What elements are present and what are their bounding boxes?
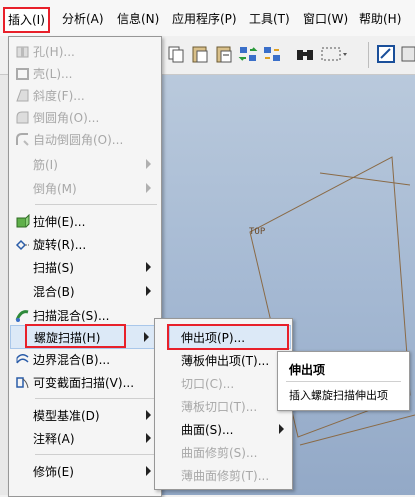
- menu-separator: [35, 454, 157, 455]
- datum-plane-icon[interactable]: [400, 44, 415, 64]
- find-icon[interactable]: [295, 44, 315, 64]
- menu-item-label: 薄板伸出项(T)...: [181, 354, 270, 368]
- submenu-arrow-icon: [146, 433, 151, 443]
- menu-item-label: 模型基准(D): [33, 409, 100, 423]
- submenu-arrow-icon: [146, 410, 151, 420]
- submenu-arrow-icon: [146, 262, 151, 272]
- highlight-box: [25, 324, 126, 348]
- tooltip: 伸出项 插入螺旋扫描伸出项: [277, 351, 410, 411]
- submenu-item-surface[interactable]: 曲面(S)...: [155, 418, 292, 440]
- extrude-icon: [16, 214, 30, 228]
- menu-item-label: 自动倒圆角(O)...: [33, 133, 124, 147]
- menu-item-label: 拉伸(E)...: [33, 215, 86, 229]
- menu-applications[interactable]: 应用程序(P): [172, 9, 237, 29]
- auto-round-icon: [16, 133, 29, 146]
- menu-item-label: 斜度(F)...: [33, 89, 85, 103]
- menu-separator: [35, 204, 157, 205]
- menu-item-label: 倒角(M): [33, 182, 77, 196]
- menu-item-round[interactable]: 倒圆角(O)...: [9, 106, 161, 128]
- highlight-box: [167, 324, 289, 350]
- menu-item-label: 修饰(E): [33, 465, 74, 479]
- submenu-arrow-icon: [146, 183, 151, 193]
- menu-insert[interactable]: 插入(I): [3, 7, 50, 33]
- draft-icon: [16, 89, 29, 102]
- menu-item-variable-section-sweep[interactable]: 可变截面扫描(V)...: [9, 371, 161, 393]
- tooltip-separator: [286, 381, 401, 382]
- regenerate-manager-icon[interactable]: [262, 44, 282, 64]
- menu-item-draft[interactable]: 斜度(F)...: [9, 84, 161, 106]
- menu-item-revolve[interactable]: 旋转(R)...: [9, 233, 161, 255]
- helical-sweep-submenu: 伸出项(P)... 薄板伸出项(T)... 切口(C)... 薄板切口(T)..…: [154, 318, 293, 490]
- submenu-item-thin-cut[interactable]: 薄板切口(T)...: [155, 395, 292, 417]
- menu-item-boundary-blend[interactable]: 边界混合(B)...: [9, 348, 161, 370]
- submenu-arrow-icon: [146, 159, 151, 169]
- submenu-item-cut[interactable]: 切口(C)...: [155, 372, 292, 394]
- submenu-arrow-icon: [146, 286, 151, 296]
- top-plane-label: TOP: [249, 227, 266, 237]
- submenu-arrow-icon: [279, 424, 284, 434]
- menu-item-label: 可变截面扫描(V)...: [33, 376, 135, 390]
- menu-item-label: 扫描(S): [33, 261, 74, 275]
- shell-icon: [16, 68, 29, 80]
- submenu-item-thin-surface-trim[interactable]: 薄曲面修剪(T)...: [155, 464, 292, 486]
- copy-icon[interactable]: [166, 44, 186, 64]
- menu-item-label: 倒圆角(O)...: [33, 111, 100, 125]
- submenu-arrow-icon: [144, 332, 149, 342]
- toolbar-separator: [368, 42, 369, 68]
- menu-item-sweep[interactable]: 扫描(S): [9, 256, 161, 278]
- revolve-icon: [15, 239, 29, 251]
- menu-item-rib[interactable]: 筋(I): [9, 153, 161, 175]
- menu-item-label: 切口(C)...: [181, 377, 235, 391]
- menu-item-cosmetic[interactable]: 修饰(E): [9, 460, 161, 482]
- menu-item-model-datum[interactable]: 模型基准(D): [9, 404, 161, 426]
- menu-item-swept-blend[interactable]: 扫描混合(S)...: [9, 304, 161, 326]
- menu-item-label: 边界混合(B)...: [33, 353, 111, 367]
- tooltip-description: 插入螺旋扫描伸出项: [289, 389, 388, 402]
- hole-icon: [16, 46, 29, 58]
- submenu-arrow-icon: [146, 466, 151, 476]
- menu-tools[interactable]: 工具(T): [249, 9, 290, 29]
- menu-item-label: 混合(B): [33, 285, 75, 299]
- menu-item-label: 筋(I): [33, 158, 58, 172]
- sketch-icon[interactable]: [376, 44, 396, 64]
- insert-menu: 孔(H)... 壳(L)... 斜度(F)... 倒圆角(O)... 自动倒圆角…: [8, 36, 162, 497]
- submenu-item-thin-protrusion[interactable]: 薄板伸出项(T)...: [155, 349, 292, 371]
- menu-item-label: 注释(A): [33, 432, 75, 446]
- menu-info[interactable]: 信息(N): [117, 9, 159, 29]
- regenerate-icon[interactable]: [238, 44, 258, 64]
- menu-item-label: 曲面(S)...: [181, 423, 234, 437]
- menu-item-auto-round[interactable]: 自动倒圆角(O)...: [9, 128, 161, 150]
- menu-item-blend[interactable]: 混合(B): [9, 280, 161, 302]
- round-icon: [16, 111, 29, 124]
- menu-item-extrude[interactable]: 拉伸(E)...: [9, 210, 161, 232]
- menu-analysis[interactable]: 分析(A): [62, 9, 104, 29]
- menu-bar: 插入(I) 分析(A) 信息(N) 应用程序(P) 工具(T) 窗口(W) 帮助…: [0, 0, 415, 37]
- menu-item-label: 曲面修剪(S)...: [181, 446, 258, 460]
- boundary-blend-icon: [16, 354, 29, 364]
- menu-item-label: 扫描混合(S)...: [33, 309, 110, 323]
- menu-item-label: 孔(H)...: [33, 45, 75, 59]
- menu-item-label: 旋转(R)...: [33, 238, 87, 252]
- menu-item-label: 薄曲面修剪(T)...: [181, 469, 270, 483]
- menu-help[interactable]: 帮助(H): [359, 9, 401, 29]
- menu-item-shell[interactable]: 壳(L)...: [9, 62, 161, 84]
- menu-item-hole[interactable]: 孔(H)...: [9, 40, 161, 62]
- selection-box-icon[interactable]: [320, 44, 348, 64]
- paste-icon[interactable]: [190, 44, 210, 64]
- variable-sweep-icon: [16, 377, 29, 389]
- menu-separator: [35, 398, 157, 399]
- menu-item-chamfer[interactable]: 倒角(M): [9, 177, 161, 199]
- menu-window[interactable]: 窗口(W): [303, 9, 348, 29]
- swept-blend-icon: [15, 310, 29, 322]
- submenu-item-surface-trim[interactable]: 曲面修剪(S)...: [155, 441, 292, 463]
- menu-item-label: 壳(L)...: [33, 67, 73, 81]
- menu-item-annotation[interactable]: 注释(A): [9, 427, 161, 449]
- tooltip-title: 伸出项: [289, 363, 326, 377]
- paste-special-icon[interactable]: [214, 44, 234, 64]
- menu-item-label: 薄板切口(T)...: [181, 400, 258, 414]
